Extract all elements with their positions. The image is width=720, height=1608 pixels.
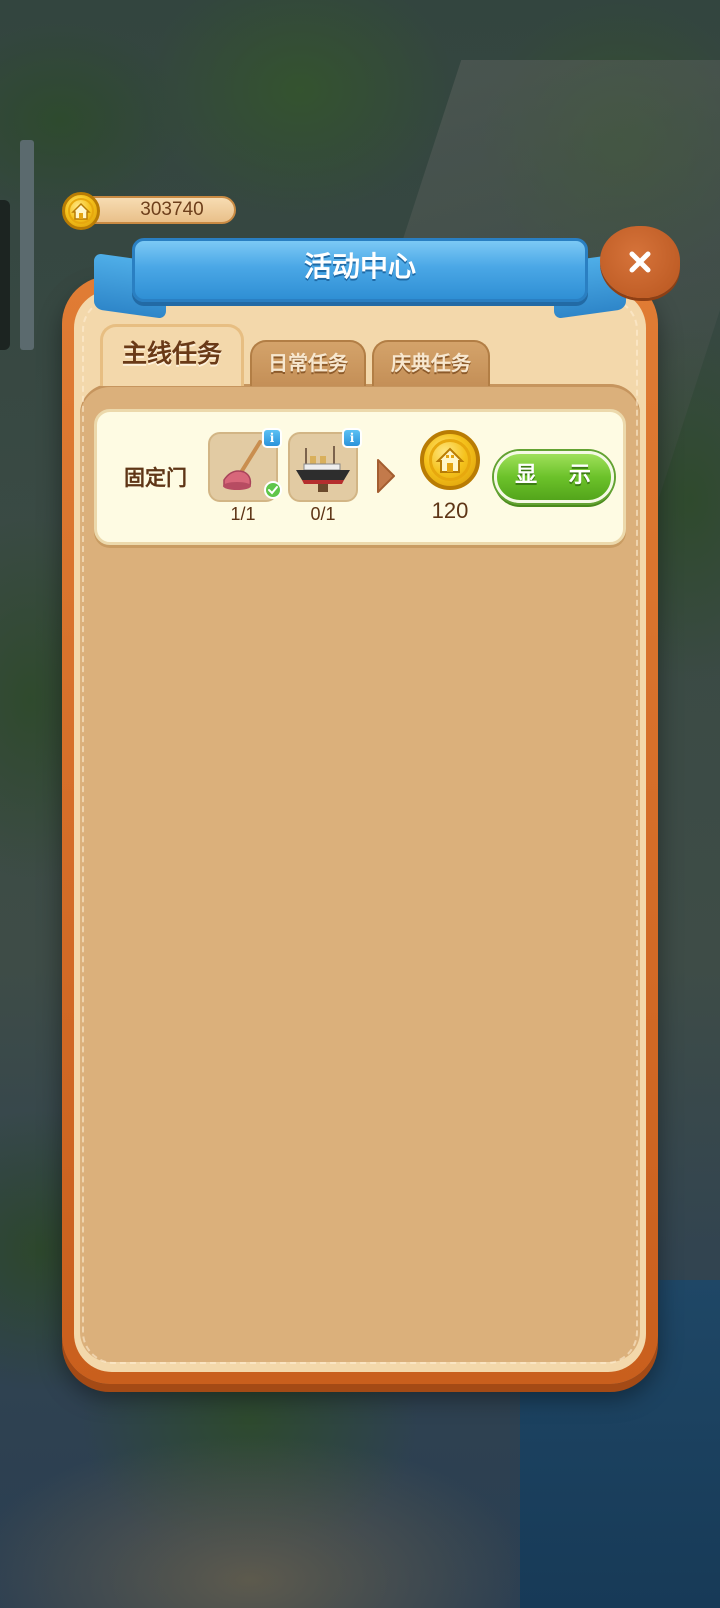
- requirement-progress: 1/1: [230, 504, 256, 524]
- arrow-right-icon: [377, 459, 395, 493]
- close-button[interactable]: [600, 226, 680, 298]
- reward-amount: 120: [431, 498, 469, 523]
- close-icon: [629, 251, 651, 273]
- title-banner: 活动中心: [132, 238, 588, 302]
- checkmark-icon: [264, 481, 282, 499]
- tab-daily-tasks[interactable]: 日常任务: [250, 340, 366, 386]
- house-coin-icon: [62, 192, 100, 230]
- info-icon[interactable]: i: [262, 428, 282, 448]
- currency-pill: 303740: [80, 196, 236, 224]
- quest-name: 固定门: [124, 466, 187, 490]
- side-drawer-handle[interactable]: [0, 200, 10, 350]
- tab-label: 日常任务: [268, 351, 348, 375]
- background-post: [20, 140, 34, 350]
- house-coin-icon: [420, 430, 480, 490]
- background-sand: [0, 1360, 560, 1608]
- show-button-label: 显 示: [515, 463, 603, 488]
- tab-label: 庆典任务: [391, 351, 471, 375]
- requirement-progress: 0/1: [310, 504, 336, 524]
- tab-main-tasks[interactable]: 主线任务: [100, 324, 244, 386]
- game-screen: 303740 日常任务 庆典任务 主线任务 活动中心 固定门 i 1/1 i 0…: [0, 0, 720, 1608]
- show-button[interactable]: 显 示: [494, 451, 614, 503]
- currency-amount: 303740: [140, 199, 204, 220]
- panel-title: 活动中心: [303, 250, 416, 283]
- tab-label: 主线任务: [121, 339, 222, 368]
- currency-display: 303740: [62, 192, 238, 230]
- tab-festival-tasks[interactable]: 庆典任务: [372, 340, 490, 386]
- info-icon[interactable]: i: [342, 428, 362, 448]
